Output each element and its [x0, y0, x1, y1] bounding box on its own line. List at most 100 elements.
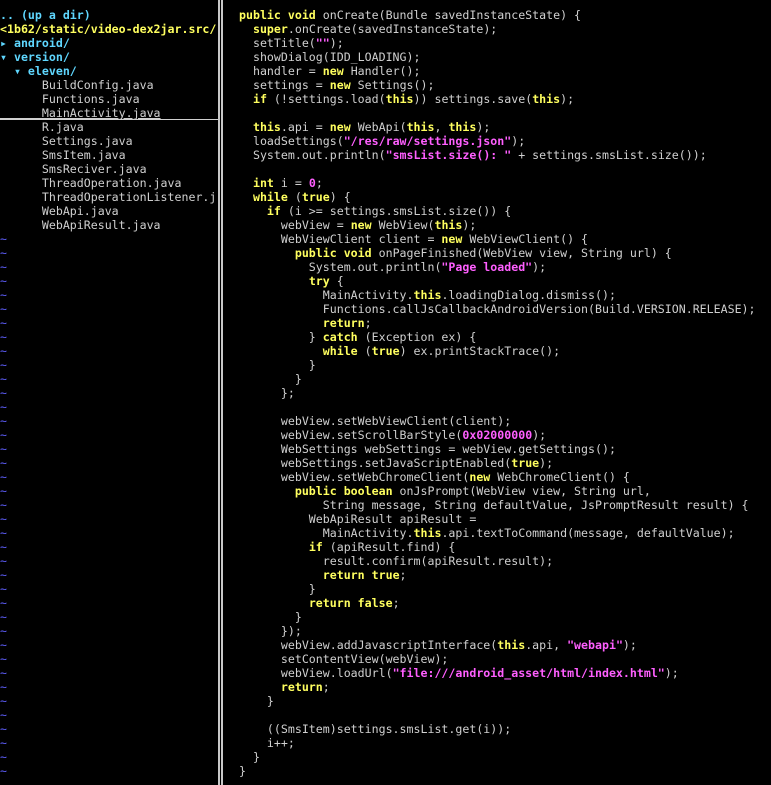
code-line[interactable]: } — [239, 750, 771, 764]
code-line[interactable]: } — [239, 372, 771, 386]
code-line[interactable]: public void onCreate(Bundle savedInstanc… — [239, 8, 771, 22]
code-line[interactable]: MainActivity.this.loadingDialog.dismiss(… — [239, 288, 771, 302]
code-line[interactable]: ((SmsItem)settings.smsList.get(i)); — [239, 722, 771, 736]
empty-line-tilde: ~ — [0, 680, 7, 694]
code-keyword: return false — [308, 596, 393, 610]
code-line[interactable]: webView.loadUrl("file:///android_asset/h… — [239, 666, 771, 680]
code-line[interactable]: webView.setScrollBarStyle(0x02000000); — [239, 428, 771, 442]
code-text: setTitle( — [239, 36, 316, 50]
code-text: } — [239, 372, 302, 386]
tree-file[interactable]: SmsItem.java — [0, 148, 218, 162]
file-tree-pane[interactable]: .. (up a dir) <1b62/static/video-dex2jar.… — [0, 8, 218, 785]
code-line[interactable]: webView.setWebViewClient(client); — [239, 414, 771, 428]
tree-file[interactable]: R.java — [0, 120, 218, 134]
code-line[interactable]: while (true) ex.printStackTrace(); — [239, 344, 771, 358]
tree-file[interactable]: ThreadOperation.java — [0, 176, 218, 190]
code-line[interactable]: super.onCreate(savedInstanceState); — [239, 22, 771, 36]
code-line[interactable]: webView.addJavascriptInterface(this.api,… — [239, 638, 771, 652]
code-line[interactable]: webSettings.setJavaScriptEnabled(true); — [239, 456, 771, 470]
code-line[interactable]: webView.setWebChromeClient(new WebChrome… — [239, 470, 771, 484]
code-text: ); — [560, 92, 575, 106]
code-line[interactable]: if (!settings.load(this)) settings.save(… — [239, 92, 771, 106]
code-string: "file:///android_asset/html/index.html" — [392, 666, 665, 680]
code-line[interactable]: }); — [239, 624, 771, 638]
code-line[interactable]: } — [239, 764, 771, 778]
code-text: String message, String defaultValue, JsP… — [239, 498, 749, 512]
code-line[interactable]: public void onPageFinished(WebView view,… — [239, 246, 771, 260]
code-line[interactable]: } — [239, 610, 771, 624]
code-line[interactable]: result.confirm(apiResult.result); — [239, 554, 771, 568]
code-line[interactable]: }; — [239, 386, 771, 400]
code-line[interactable]: if (i >= settings.smsList.size()) { — [239, 204, 771, 218]
code-line[interactable]: i++; — [239, 736, 771, 750]
code-line[interactable]: WebViewClient client = new WebViewClient… — [239, 232, 771, 246]
code-line[interactable]: settings = new Settings(); — [239, 78, 771, 92]
tree-root-path[interactable]: <1b62/static/video-dex2jar.src/ — [0, 22, 218, 36]
tree-folder[interactable]: ▾ version/ — [0, 50, 218, 64]
code-line[interactable] — [239, 106, 771, 120]
code-text: handler = — [239, 64, 323, 78]
code-line[interactable]: setTitle(""); — [239, 36, 771, 50]
tree-file[interactable]: WebApiResult.java — [0, 218, 218, 232]
code-line[interactable]: WebSettings webSettings = webView.getSet… — [239, 442, 771, 456]
code-line[interactable]: if (apiResult.find) { — [239, 540, 771, 554]
tree-file[interactable]: MainActivity.java — [0, 106, 218, 120]
code-keyword: super — [252, 22, 288, 36]
code-line[interactable]: System.out.println("Page loaded"); — [239, 260, 771, 274]
code-text: ; — [392, 596, 400, 610]
code-line[interactable] — [239, 708, 771, 722]
code-text: ); — [532, 260, 547, 274]
code-line[interactable]: webView = new WebView(this); — [239, 218, 771, 232]
empty-line-tilde: ~ — [0, 764, 7, 778]
code-line[interactable]: this.api = new WebApi(this, this); — [239, 120, 771, 134]
code-editor-pane[interactable]: public void onCreate(Bundle savedInstanc… — [239, 8, 771, 785]
tree-file[interactable]: WebApi.java — [0, 204, 218, 218]
tree-file[interactable]: Functions.java — [0, 92, 218, 106]
code-text: onJsPrompt(WebView view, String url, — [392, 484, 651, 498]
code-line[interactable]: showDialog(IDD_LOADING); — [239, 50, 771, 64]
code-line[interactable] — [239, 162, 771, 176]
tree-up-dir[interactable]: .. (up a dir) — [0, 8, 218, 22]
code-line[interactable]: return false; — [239, 596, 771, 610]
tree-folder[interactable]: ▸ android/ — [0, 36, 218, 50]
empty-line-tilde: ~ — [0, 694, 7, 708]
code-line[interactable]: } — [239, 694, 771, 708]
code-line[interactable]: } — [239, 358, 771, 372]
tree-file[interactable]: SmsReciver.java — [0, 162, 218, 176]
code-line[interactable]: setContentView(webView); — [239, 652, 771, 666]
empty-line-tilde: ~ — [0, 386, 7, 400]
code-line[interactable]: } — [239, 582, 771, 596]
code-line[interactable]: while (true) { — [239, 190, 771, 204]
code-text: WebView( — [371, 218, 435, 232]
empty-line-tilde: ~ — [0, 736, 7, 750]
code-line[interactable]: MainActivity.this.api.textToCommand(mess… — [239, 526, 771, 540]
vertical-split-separator[interactable] — [218, 0, 223, 785]
tree-file[interactable]: BuildConfig.java — [0, 78, 218, 92]
code-line[interactable]: return; — [239, 316, 771, 330]
code-line[interactable]: System.out.println("smsList.size(): " + … — [239, 148, 771, 162]
code-line[interactable]: int i = 0; — [239, 176, 771, 190]
code-line[interactable]: return true; — [239, 568, 771, 582]
code-line[interactable]: handler = new Handler(); — [239, 64, 771, 78]
code-line[interactable]: Functions.callJsCallbackAndroidVersion(B… — [239, 302, 771, 316]
code-line[interactable]: try { — [239, 274, 771, 288]
code-line[interactable]: return; — [239, 680, 771, 694]
code-text: System.out.println( — [239, 260, 442, 274]
empty-line-tilde: ~ — [0, 274, 7, 288]
code-line[interactable]: String message, String defaultValue, JsP… — [239, 498, 771, 512]
code-line[interactable]: public boolean onJsPrompt(WebView view, … — [239, 484, 771, 498]
tree-file[interactable]: Settings.java — [0, 134, 218, 148]
code-line[interactable]: loadSettings("/res/raw/settings.json"); — [239, 134, 771, 148]
code-line[interactable]: WebApiResult apiResult = — [239, 512, 771, 526]
code-text: setContentView(webView); — [239, 652, 449, 666]
code-keyword: this — [385, 92, 414, 106]
code-line[interactable]: } catch (Exception ex) { — [239, 330, 771, 344]
empty-line-tilde: ~ — [0, 358, 7, 372]
tree-file[interactable]: ThreadOperationListener.j — [0, 190, 218, 204]
code-line[interactable] — [239, 400, 771, 414]
tree-folder[interactable]: ▾ eleven/ — [0, 64, 218, 78]
